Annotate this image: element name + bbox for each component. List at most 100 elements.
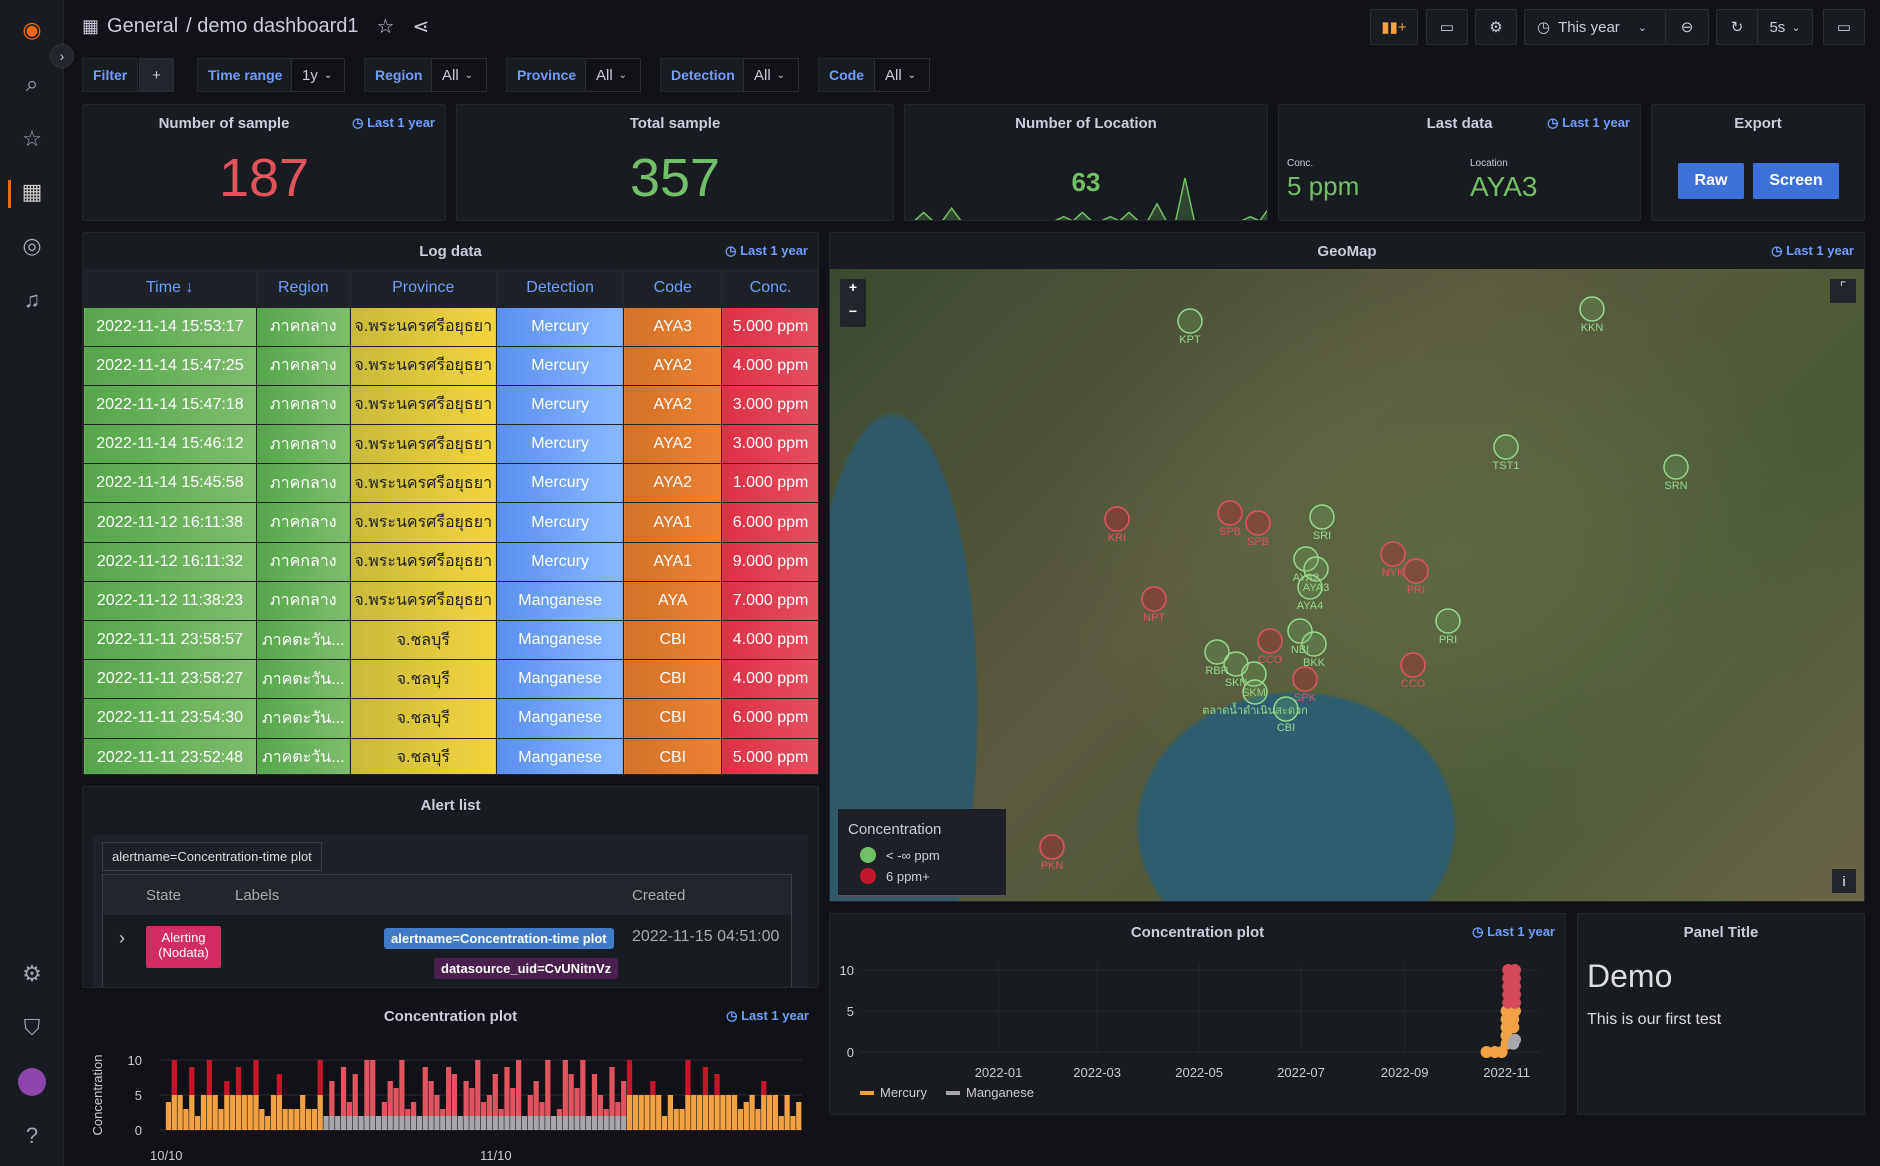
map-marker[interactable]: AYA4 (1297, 574, 1324, 612)
search-icon[interactable]: ⌕ (18, 70, 46, 98)
map-marker[interactable]: PRI (1403, 558, 1429, 596)
bar (457, 1116, 463, 1130)
label-tag[interactable]: datasource_uid=CvUNitnVz (434, 958, 619, 979)
add-filter-button[interactable]: + (139, 58, 174, 92)
bell-icon[interactable]: ♫ (18, 286, 46, 314)
avatar[interactable] (18, 1068, 46, 1096)
expand-sidebar-button[interactable]: › (50, 44, 74, 68)
legend-label[interactable]: Manganese (966, 1085, 1034, 1100)
grafana-logo-icon[interactable]: ◉ (18, 16, 46, 44)
map-marker[interactable]: KKN (1579, 296, 1605, 334)
map-marker[interactable]: TST1 (1493, 434, 1520, 472)
table-cell: Manganese (495, 580, 625, 622)
screen-export-button[interactable]: Screen (1753, 163, 1839, 199)
total-sample-panel: Total sample 357 (456, 104, 894, 221)
panel-title: Number of sample (158, 115, 290, 132)
table-row: 2022-11-11 23:58:27 ภาคตะวัน... จ.ชลบุรี Ma… (83, 659, 818, 700)
region-var-select[interactable]: All ⌄ (431, 58, 487, 92)
map-marker[interactable]: CBI (1273, 696, 1299, 734)
star-icon[interactable]: ☆ (377, 14, 395, 39)
time-range-var-label: Time range (197, 58, 294, 92)
legend-label[interactable]: Mercury (880, 1085, 927, 1100)
column-header[interactable]: Conc. (721, 269, 818, 307)
column-header[interactable]: Code (623, 269, 723, 307)
stat-value: 187 (218, 148, 310, 208)
shield-icon[interactable]: ⛉ (18, 1014, 46, 1042)
time-range-var-select[interactable]: 1y ⌄ (291, 58, 345, 92)
bar (591, 1074, 598, 1130)
fullscreen-icon[interactable]: ⌜ (1830, 279, 1856, 303)
map-marker[interactable]: PRI (1435, 608, 1461, 646)
refresh-interval-picker[interactable]: 5s ⌄ (1757, 9, 1813, 45)
panel-title: Export (1734, 115, 1782, 132)
settings-button[interactable]: ⚙ (1475, 9, 1517, 45)
column-header[interactable]: Time ↓ (83, 269, 257, 307)
y-tick-label: 10 (840, 963, 854, 978)
bar (685, 1060, 691, 1130)
bar (399, 1060, 405, 1130)
marker-label: SPB (1219, 526, 1241, 538)
tv-mode-button[interactable]: ▭ (1823, 9, 1865, 45)
table-cell: 2022-11-14 15:47:18 (83, 384, 257, 426)
bar (410, 1102, 417, 1130)
add-panel-button[interactable]: ▮▮+ (1370, 9, 1418, 45)
table-cell: 3.000 ppm (721, 424, 818, 465)
geomap-panel: GeoMap ◷ Last 1 year KPT KKN TST1 SRN KRI SPB… (829, 232, 1865, 902)
add-panel-icon: ▮▮+ (1381, 19, 1407, 36)
table-cell: 2022-11-11 23:58:57 (83, 619, 257, 661)
code-var-select[interactable]: All ⌄ (874, 58, 930, 92)
x-tick-label: 10/10 (150, 1148, 183, 1163)
refresh-button[interactable]: ↻ (1716, 9, 1758, 45)
column-header[interactable]: Region (256, 269, 351, 307)
map-marker[interactable]: SPB (1245, 510, 1271, 548)
bar (364, 1060, 370, 1130)
dashboards-icon[interactable]: ▦ (18, 178, 46, 206)
bar (772, 1095, 779, 1130)
alert-filter-tag[interactable]: alertname=Concentration-time plot (102, 842, 322, 871)
map-marker[interactable]: NYK (1380, 541, 1406, 579)
share-icon[interactable]: ⋖ (412, 14, 429, 39)
map-marker[interactable]: PKN (1039, 834, 1065, 872)
zoom-out-button[interactable]: − (840, 303, 866, 327)
explore-compass-icon[interactable]: ◎ (18, 232, 46, 260)
time-override-link: ◷ Last 1 year (725, 243, 808, 258)
bar (311, 1109, 317, 1130)
bar (165, 1102, 172, 1130)
bar (270, 1095, 277, 1130)
map-marker[interactable]: NPT (1141, 586, 1167, 624)
label-tag[interactable]: alertname=Concentration-time plot (384, 928, 614, 949)
map-marker[interactable]: BKK (1301, 631, 1327, 669)
map-marker[interactable]: CCO (1257, 628, 1283, 666)
map-canvas[interactable]: KPTKKNTST1SRNKRISPBSPBSRIAYA2AYA3AYA4NYK… (830, 269, 1864, 901)
zoom-out-button[interactable]: ⊖ (1665, 9, 1709, 45)
bar (195, 1116, 201, 1130)
expand-row-chevron-icon[interactable]: › (119, 928, 125, 949)
table-cell: จ.ชลบุรี (349, 619, 497, 661)
bar (580, 1060, 586, 1130)
table-cell: CBI (623, 659, 723, 700)
map-marker[interactable]: SPB (1217, 500, 1243, 538)
time-picker[interactable]: ◷ This year ⌄ (1524, 9, 1666, 45)
breadcrumb-folder[interactable]: General (107, 15, 178, 38)
table-cell: ภาคกลาง (255, 384, 351, 426)
zoom-in-button[interactable]: + (840, 279, 866, 303)
map-marker[interactable]: KRI (1104, 506, 1130, 544)
province-var-select[interactable]: All ⌄ (585, 58, 641, 92)
map-marker[interactable]: SRN (1663, 454, 1689, 492)
map-marker[interactable]: KPT (1177, 308, 1203, 346)
table-cell: ภาคตะวัน... (255, 737, 351, 774)
map-marker[interactable]: SPK (1292, 666, 1318, 704)
info-button[interactable]: i (1832, 869, 1856, 893)
map-marker[interactable]: CCO (1400, 652, 1426, 690)
filter-label[interactable]: Filter (82, 58, 139, 92)
raw-export-button[interactable]: Raw (1678, 163, 1744, 199)
bar (667, 1095, 673, 1130)
star-icon[interactable]: ☆ (18, 125, 46, 153)
gear-icon[interactable]: ⚙ (18, 960, 46, 988)
save-button[interactable]: ▭ (1426, 9, 1468, 45)
detection-var-select[interactable]: All ⌄ (743, 58, 799, 92)
column-header[interactable]: Province (350, 269, 497, 307)
help-icon[interactable]: ? (18, 1122, 46, 1150)
column-header[interactable]: Detection (496, 269, 625, 307)
map-marker[interactable]: SRI (1309, 504, 1335, 542)
